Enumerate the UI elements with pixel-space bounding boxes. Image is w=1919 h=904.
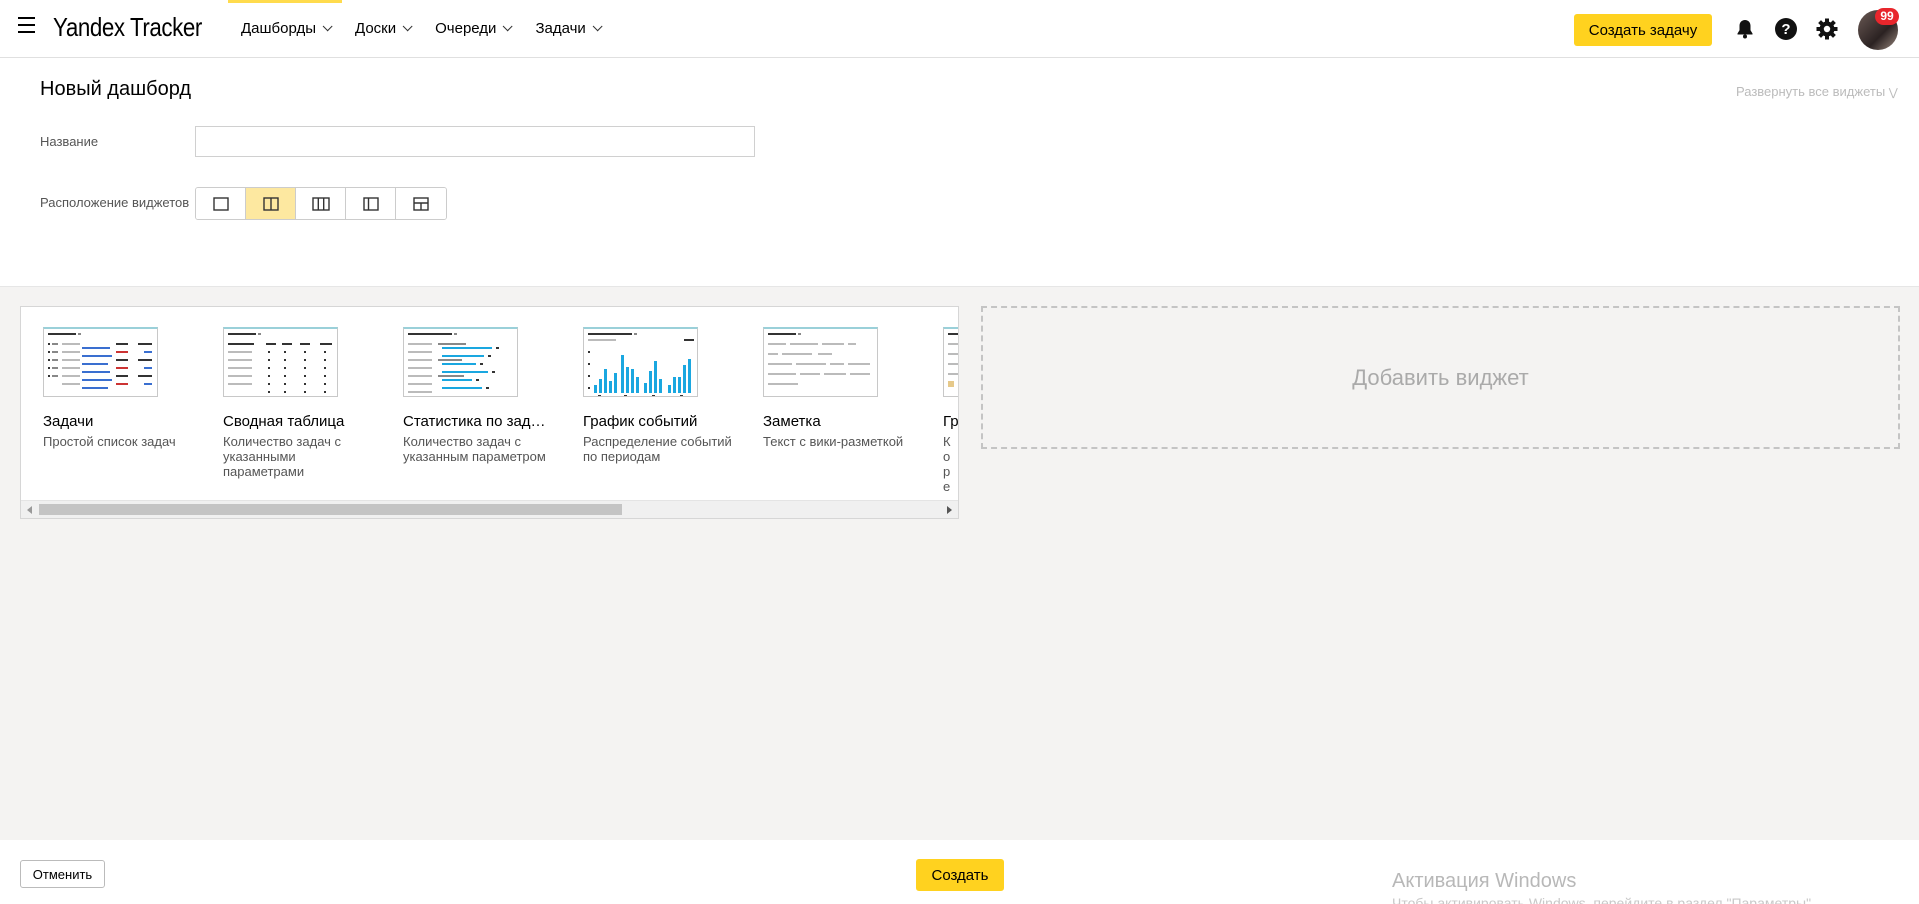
main-nav: Дашборды Доски Очереди Задачи	[228, 0, 612, 57]
nav-boards[interactable]: Доски	[342, 0, 422, 57]
nav-dashboards-label: Дашборды	[241, 20, 316, 37]
nav-queues[interactable]: Очереди	[422, 0, 522, 57]
widget-card-partial[interactable]: Гр Ко ре	[943, 327, 959, 494]
widget-card-tasks[interactable]: Задачи Простой список задач	[43, 327, 203, 449]
widget-card-title: Статистика по зад…	[403, 413, 546, 430]
widget-card-description: Распределение событий по периодам	[583, 434, 732, 464]
add-widget-dropzone[interactable]: Добавить виджет	[981, 306, 1900, 449]
widget-card-title: Гр	[943, 413, 959, 430]
create-button[interactable]: Создать	[916, 859, 1004, 891]
partial-widget-thumbnail	[943, 327, 958, 397]
layout-selector	[195, 187, 447, 220]
layout-two-columns-button[interactable]	[246, 188, 296, 219]
widget-card-event-chart[interactable]: График событий Распределение событий по …	[583, 327, 743, 464]
svg-text:?: ?	[1781, 21, 1790, 38]
event-chart-widget-thumbnail	[583, 327, 698, 397]
layout-top-split-icon	[413, 196, 429, 211]
windows-activation-hint: Чтобы активировать Windows, перейдите в …	[1392, 895, 1815, 904]
widget-card-description: Количество задач с указанным параметром	[403, 434, 546, 464]
windows-activation-watermark: Активация Windows	[1392, 870, 1577, 892]
scroll-right-icon[interactable]	[947, 506, 952, 514]
widget-card-description: Текст с вики-разметкой	[763, 434, 904, 449]
nav-boards-label: Доски	[355, 20, 397, 37]
widget-card-task-statistics[interactable]: Статистика по зад… Количество задач с ук…	[403, 327, 563, 464]
layout-narrow-wide-button[interactable]	[346, 188, 396, 219]
cancel-button[interactable]: Отменить	[20, 860, 105, 888]
widget-card-description: Количество задач с указанными параметрам…	[223, 434, 342, 479]
layout-label: Расположение виджетов	[40, 195, 190, 210]
chevron-down-icon	[402, 21, 413, 32]
layout-three-columns-icon	[311, 196, 330, 211]
nav-tasks-label: Задачи	[535, 20, 586, 37]
gear-icon[interactable]	[1815, 17, 1839, 41]
layout-one-column-button[interactable]	[196, 188, 246, 219]
pivot-table-widget-thumbnail	[223, 327, 338, 397]
nav-tasks[interactable]: Задачи	[522, 0, 611, 57]
widget-palette: Задачи Простой список задач Сводная табл…	[20, 306, 959, 519]
layout-top-split-button[interactable]	[396, 188, 446, 219]
name-label: Название	[40, 134, 99, 149]
notification-badge: 99	[1875, 8, 1899, 25]
expand-all-label: Развернуть все виджеты	[1736, 84, 1886, 99]
dashboard-name-input[interactable]	[195, 126, 755, 157]
widget-card-pivot-table[interactable]: Сводная таблица Количество задач с указа…	[223, 327, 383, 479]
chevron-down-icon	[322, 21, 333, 32]
create-task-button[interactable]: Создать задачу	[1574, 14, 1712, 46]
layout-narrow-wide-icon	[362, 196, 379, 211]
menu-icon[interactable]	[18, 17, 38, 37]
widget-card-note[interactable]: Заметка Текст с вики-разметкой	[763, 327, 923, 449]
widget-card-description: Ко ре	[943, 434, 951, 494]
bell-icon[interactable]	[1733, 17, 1757, 41]
layout-one-column-icon	[212, 196, 229, 211]
scroll-left-icon[interactable]	[27, 506, 32, 514]
statistics-widget-thumbnail	[403, 327, 518, 397]
app-logo[interactable]: Yandex Tracker	[53, 12, 202, 43]
expand-all-widgets-link[interactable]: Развернуть все виджеты ⋁	[1736, 84, 1898, 99]
page-title: Новый дашборд	[40, 78, 192, 100]
nav-queues-label: Очереди	[435, 20, 497, 37]
widget-card-title: Задачи	[43, 413, 94, 430]
palette-horizontal-scrollbar[interactable]	[21, 500, 958, 518]
chevron-down-icon	[503, 21, 514, 32]
widget-card-description: Простой список задач	[43, 434, 176, 449]
layout-two-columns-icon	[262, 196, 279, 211]
double-chevron-down-icon: ⋁	[1888, 87, 1898, 99]
widget-card-title: График событий	[583, 413, 698, 430]
chevron-down-icon	[592, 21, 603, 32]
note-widget-thumbnail	[763, 327, 878, 397]
top-header: Yandex Tracker Дашборды Доски Очереди За…	[0, 0, 1919, 58]
layout-three-columns-button[interactable]	[296, 188, 346, 219]
widget-card-title: Сводная таблица	[223, 413, 345, 430]
scrollbar-thumb[interactable]	[39, 504, 622, 515]
tasks-widget-thumbnail	[43, 327, 158, 397]
widget-card-title: Заметка	[763, 413, 821, 430]
nav-dashboards[interactable]: Дашборды	[228, 0, 342, 57]
help-icon[interactable]: ?	[1774, 17, 1798, 41]
